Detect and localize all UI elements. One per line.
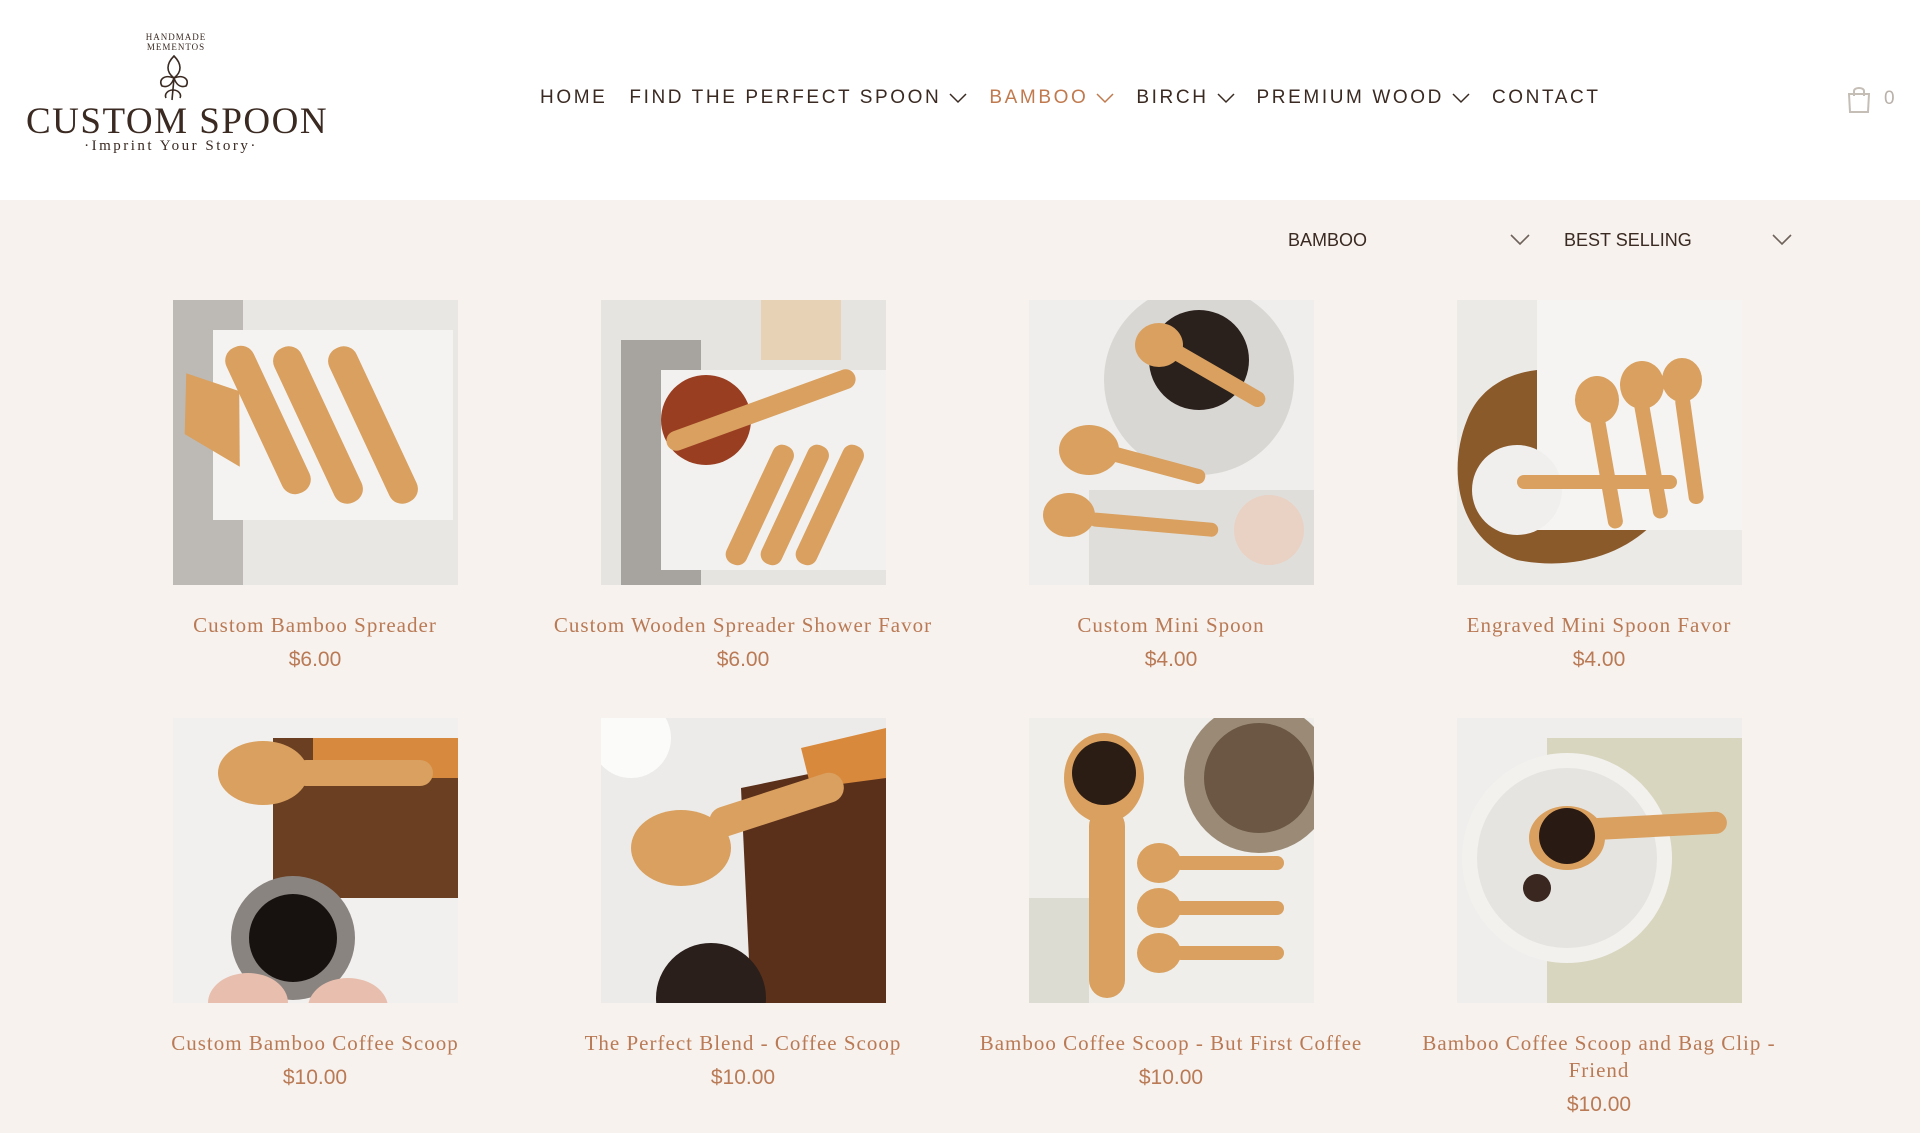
cart-link[interactable]: 0	[1846, 84, 1895, 114]
product-image[interactable]	[1457, 300, 1742, 585]
nav-item-label: PREMIUM WOOD	[1256, 87, 1444, 108]
flower-logo-icon	[159, 54, 189, 101]
product-title[interactable]: Bamboo Coffee Scoop and Bag Clip - Frien…	[1409, 1030, 1789, 1084]
product-price: $10.00	[1138, 1066, 1204, 1089]
product-info: Engraved Mini Spoon Favor $4.00	[1385, 612, 1813, 675]
nav-item-label: FIND THE PERFECT SPOON	[629, 87, 942, 108]
product-image[interactable]	[1029, 300, 1314, 585]
product-info: The Perfect Blend - Coffee Scoop $10.00	[529, 1030, 957, 1093]
product-image[interactable]	[601, 718, 886, 1003]
nav-item-bamboo[interactable]: BAMBOO	[989, 87, 1114, 109]
nav-item-contact[interactable]: CONTACT	[1492, 87, 1601, 109]
product-info: Bamboo Coffee Scoop and Bag Clip - Frien…	[1385, 1030, 1813, 1120]
sort-select[interactable]: BEST SELLING	[1564, 228, 1792, 252]
product-title[interactable]: Bamboo Coffee Scoop - But First Coffee	[957, 1030, 1385, 1057]
chevron-down-icon	[1217, 93, 1235, 104]
product-image[interactable]	[601, 300, 886, 585]
product-info: Custom Bamboo Coffee Scoop $10.00	[101, 1030, 529, 1093]
nav-item-home[interactable]: HOME	[540, 87, 607, 109]
chevron-down-icon	[949, 93, 967, 104]
brand-subtitle: ·Imprint Your Story·	[84, 138, 258, 154]
brand-logo[interactable]: HANDMADE MEMENTOS CUSTOM SPOON ·Imprint …	[26, 30, 329, 160]
product-price: $4.00	[1572, 648, 1626, 671]
nav-item-label: CONTACT	[1491, 87, 1601, 108]
product-title[interactable]: Custom Wooden Spreader Shower Favor	[529, 612, 957, 639]
product-info: Custom Bamboo Spreader $6.00	[101, 612, 529, 675]
product-price: $10.00	[710, 1066, 776, 1089]
product-price: $10.00	[282, 1066, 348, 1089]
chevron-down-icon	[1772, 234, 1792, 246]
nav-item-find-the-perfect-spoon[interactable]: FIND THE PERFECT SPOON	[629, 87, 967, 109]
product-image[interactable]	[173, 300, 458, 585]
product-info: Bamboo Coffee Scoop - But First Coffee $1…	[957, 1030, 1385, 1093]
product-title[interactable]: Custom Mini Spoon	[957, 612, 1385, 639]
nav-item-label: BIRCH	[1136, 87, 1209, 108]
collection-filter-select[interactable]: BAMBOO	[1288, 228, 1530, 252]
chevron-down-icon	[1096, 93, 1114, 104]
site-header: HANDMADE MEMENTOS CUSTOM SPOON ·Imprint …	[0, 0, 1920, 200]
collection-filter-value: BAMBOO	[1288, 229, 1368, 250]
product-title[interactable]: Custom Bamboo Coffee Scoop	[101, 1030, 529, 1057]
shopping-bag-icon	[1847, 87, 1871, 113]
product-title[interactable]: The Perfect Blend - Coffee Scoop	[529, 1030, 957, 1057]
product-image[interactable]	[1029, 718, 1314, 1003]
product-price: $6.00	[716, 648, 770, 671]
chevron-down-icon	[1510, 234, 1530, 246]
cart-count: 0	[1884, 88, 1895, 109]
nav-item-label: BAMBOO	[989, 87, 1089, 108]
chevron-down-icon	[1452, 93, 1470, 104]
nav-item-birch[interactable]: BIRCH	[1136, 87, 1235, 109]
product-title[interactable]: Engraved Mini Spoon Favor	[1385, 612, 1813, 639]
product-image[interactable]	[173, 718, 458, 1003]
product-price: $4.00	[1144, 648, 1198, 671]
main-navigation: HOME FIND THE PERFECT SPOON BAMBOO BIRCH PRE…	[540, 84, 1623, 112]
nav-item-label: HOME	[540, 87, 608, 108]
product-info: Custom Mini Spoon $4.00	[957, 612, 1385, 675]
nav-item-premium-wood[interactable]: PREMIUM WOOD	[1257, 87, 1470, 109]
product-image[interactable]	[1457, 718, 1742, 1003]
product-title[interactable]: Custom Bamboo Spreader	[101, 612, 529, 639]
product-price: $6.00	[288, 648, 342, 671]
sort-value: BEST SELLING	[1564, 229, 1692, 250]
product-price: $10.00	[1566, 1093, 1632, 1116]
brand-name: CUSTOM SPOON	[26, 101, 329, 142]
product-info: Custom Wooden Spreader Shower Favor $6.00	[529, 612, 957, 675]
